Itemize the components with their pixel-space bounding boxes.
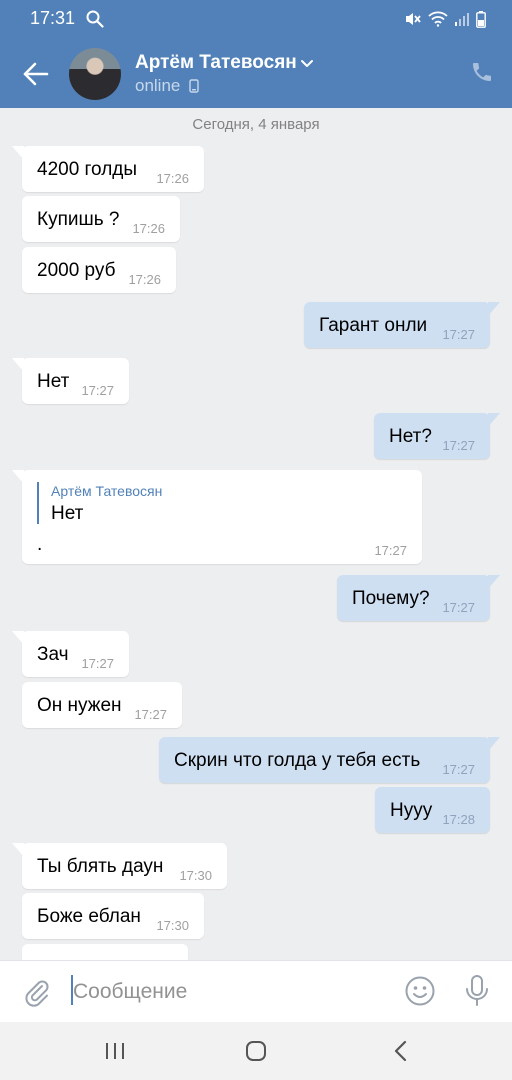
message-incoming[interactable]: Купишь ? 17:26	[22, 196, 180, 242]
message-incoming[interactable]: 2000 руб 17:26	[22, 247, 176, 293]
date-separator: Сегодня, 4 января	[192, 116, 320, 133]
emoji-icon[interactable]	[404, 975, 436, 1007]
message-outgoing[interactable]: Почему? 17:27	[337, 575, 500, 621]
message-text: Почему?	[352, 588, 430, 609]
contact-name[interactable]: Артём Татевосян	[135, 52, 297, 74]
message-text: Гарант онли	[319, 315, 428, 336]
message-time: 17:26	[156, 171, 189, 186]
message-time: 17:28	[442, 812, 475, 827]
message-text: Скрин что голда у тебя есть	[174, 750, 421, 771]
mobile-phone-icon	[189, 79, 199, 93]
message-outgoing[interactable]: Гарант онли 17:27	[304, 302, 500, 348]
message-incoming[interactable]: Он нужен 17:27	[22, 682, 182, 728]
bubble-tail	[488, 413, 500, 427]
message-outgoing[interactable]: Нет? 17:27	[374, 413, 500, 459]
status-icons	[404, 10, 486, 28]
message-text: Нууу	[390, 800, 433, 821]
signal-icon	[455, 13, 469, 26]
message-text: Купишь ?	[37, 209, 120, 230]
message-time: 17:27	[374, 543, 407, 558]
contact-status: online	[135, 76, 181, 95]
avatar[interactable]	[69, 48, 121, 100]
message-text: Он нужен	[37, 695, 122, 716]
message-composer	[0, 960, 512, 1022]
message-text: Боже еблан	[37, 906, 141, 927]
bubble-tail	[488, 302, 500, 316]
message-time: 17:27	[81, 383, 114, 398]
phone-call-icon[interactable]	[470, 60, 494, 84]
message-incoming[interactable]: 4200 голды 17:26	[12, 146, 204, 192]
message-input[interactable]	[73, 977, 373, 1007]
battery-icon	[476, 10, 486, 28]
message-incoming-reply[interactable]: Артём Татевосян Нет . 17:27	[12, 470, 422, 564]
bubble-tail	[488, 575, 500, 589]
status-bar: 17:31	[0, 0, 512, 38]
status-time: 17:31	[30, 8, 76, 28]
home-icon[interactable]	[244, 1039, 268, 1063]
message-incoming[interactable]: Боже еблан 17:30	[22, 893, 204, 939]
quote-bar	[37, 482, 39, 524]
message-incoming[interactable]: Ты блять даун 17:30	[12, 843, 227, 889]
message-time: 17:27	[81, 656, 114, 671]
chat-header: 17:31 Артём Татевосян online	[0, 0, 512, 108]
bubble-tail	[488, 737, 500, 751]
recents-icon[interactable]	[103, 1041, 127, 1061]
message-incoming-partial[interactable]	[22, 944, 188, 960]
message-time: 17:27	[442, 327, 475, 342]
message-text: Ты блять даун	[37, 856, 164, 877]
quote-text: Нет	[51, 503, 84, 524]
bubble-tail	[12, 631, 24, 645]
message-text: Нет?	[389, 426, 432, 447]
message-text: 2000 руб	[37, 260, 116, 281]
nav-back-icon[interactable]	[390, 1039, 412, 1063]
message-time: 17:26	[128, 272, 161, 287]
bubble-tail	[12, 358, 24, 372]
bubble-tail	[12, 470, 24, 484]
message-time: 17:27	[442, 762, 475, 777]
microphone-icon[interactable]	[464, 974, 490, 1008]
message-time: 17:27	[442, 600, 475, 615]
bubble-tail	[12, 843, 24, 857]
message-time: 17:26	[132, 221, 165, 236]
message-outgoing[interactable]: Скрин что голда у тебя есть 17:27	[159, 737, 500, 783]
chevron-down-icon[interactable]	[300, 56, 314, 70]
message-time: 17:30	[156, 918, 189, 933]
message-time: 17:30	[179, 868, 212, 883]
bubble-tail	[12, 146, 24, 160]
quote-author: Артём Татевосян	[51, 483, 163, 499]
message-text: 4200 голды	[37, 159, 138, 180]
mute-icon	[406, 13, 421, 25]
message-incoming[interactable]: Зач 17:27	[12, 631, 129, 677]
message-incoming[interactable]: Нет 17:27	[12, 358, 129, 404]
search-icon	[86, 10, 104, 28]
message-text: .	[37, 534, 43, 555]
system-nav-bar	[0, 1022, 512, 1080]
message-time: 17:27	[442, 438, 475, 453]
message-text: Нет	[37, 371, 70, 392]
wifi-icon	[428, 11, 448, 27]
message-time: 17:27	[134, 707, 167, 722]
paperclip-icon[interactable]	[22, 977, 50, 1007]
back-arrow-icon[interactable]	[22, 60, 50, 88]
message-text: Зач	[37, 644, 69, 665]
message-outgoing[interactable]: Нууу 17:28	[375, 787, 490, 833]
